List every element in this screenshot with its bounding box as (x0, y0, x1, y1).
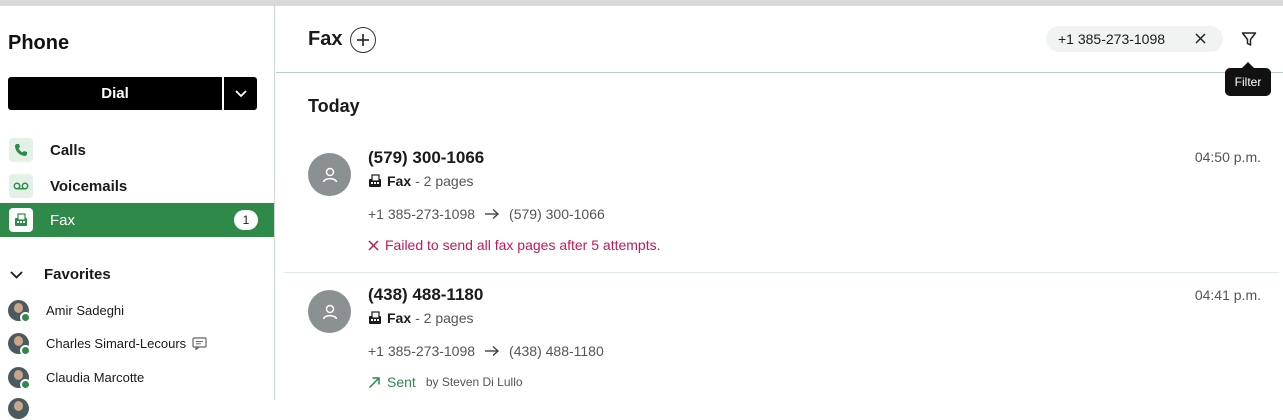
filter-tooltip: Filter (1225, 62, 1271, 96)
fax-icon (9, 208, 33, 232)
favorite-name: Amir Sadeghi (46, 302, 125, 318)
page-count: - 2 pages (415, 173, 474, 189)
nav-item-calls[interactable]: Calls (0, 133, 274, 167)
fax-type: Fax - 2 pages (368, 173, 474, 189)
presence-dot (20, 378, 31, 390)
avatar (8, 299, 31, 323)
avatar (8, 332, 31, 356)
favorites-header[interactable]: Favorites (10, 266, 111, 283)
to-number: (438) 488-1180 (509, 343, 604, 359)
timestamp: 04:50 p.m. (1194, 149, 1261, 165)
timestamp: 04:41 p.m. (1194, 287, 1261, 303)
arrow-right-icon (484, 345, 500, 357)
app-title: Phone (8, 32, 70, 54)
fax-header: Fax +1 385-273-1098 (276, 6, 1283, 73)
avatar (308, 153, 351, 196)
status-text: Failed to send all fax pages after 5 att… (385, 237, 661, 253)
nav-item-fax[interactable]: Fax 1 (0, 203, 274, 237)
avatar (308, 290, 351, 333)
new-fax-button[interactable] (350, 27, 376, 53)
user-icon (322, 167, 337, 182)
presence-dot (20, 344, 31, 356)
filter-icon (1241, 32, 1257, 46)
status-failed: Failed to send all fax pages after 5 att… (368, 237, 661, 253)
page-count: - 2 pages (415, 310, 474, 326)
fax-number: (579) 300-1066 (368, 148, 485, 167)
page-title: Fax (308, 28, 343, 50)
favorite-name: Claudia Marcotte (46, 369, 145, 385)
nav-label-calls: Calls (50, 141, 86, 159)
plus-icon (357, 34, 369, 46)
divider (284, 272, 1279, 273)
fax-type-label: Fax (387, 310, 412, 326)
voicemail-icon (9, 174, 33, 198)
to-number: (579) 300-1066 (509, 206, 605, 222)
fax-icon (369, 174, 381, 187)
fax-route: +1 385-273-1098 (438) 488-1180 (368, 343, 604, 359)
favorites-label: Favorites (44, 266, 111, 283)
nav-label-fax: Fax (50, 211, 76, 229)
favorite-item[interactable]: Claudia Marcotte (8, 365, 145, 390)
sent-by: by Steven Di Lullo (425, 375, 523, 389)
from-number: +1 385-273-1098 (368, 343, 476, 359)
chevron-down-icon (10, 270, 23, 279)
filter-button[interactable] (1238, 28, 1260, 50)
error-x-icon (368, 239, 379, 251)
favorite-item[interactable]: Amir Sadeghi (8, 298, 125, 323)
nav-label-voicemails: Voicemails (50, 177, 128, 195)
dial-dropdown-button[interactable] (224, 77, 257, 110)
favorite-name: Charles Simard-Lecours (46, 335, 187, 351)
filter-chip-label: +1 385-273-1098 (1058, 31, 1166, 47)
close-icon[interactable] (1194, 32, 1207, 45)
avatar (8, 366, 31, 390)
filter-chip[interactable]: +1 385-273-1098 (1046, 26, 1223, 52)
avatar (8, 397, 29, 419)
status-sent: Sent by Steven Di Lullo (368, 374, 523, 390)
main-panel: Fax +1 385-273-1098 Filter Today (579) 3… (276, 6, 1283, 400)
presence-dot (20, 311, 31, 323)
nav-item-voicemails[interactable]: Voicemails (0, 169, 274, 203)
unread-badge: 1 (234, 210, 258, 230)
chat-icon (192, 336, 207, 350)
fax-number: (438) 488-1180 (368, 285, 484, 304)
day-heading: Today (308, 96, 360, 116)
favorite-item[interactable]: Charles Simard-Lecours (8, 331, 207, 356)
arrow-right-icon (484, 208, 500, 220)
fax-route: +1 385-273-1098 (579) 300-1066 (368, 206, 605, 222)
from-number: +1 385-273-1098 (368, 206, 476, 222)
status-text: Sent (387, 374, 416, 390)
fax-type: Fax - 2 pages (368, 310, 474, 326)
phone-icon (9, 138, 33, 162)
fax-type-label: Fax (387, 173, 412, 189)
sidebar: Phone Dial Calls Voicemails Fax 1 Favori… (0, 6, 275, 419)
user-icon (322, 304, 337, 319)
arrow-up-right-icon (368, 376, 380, 388)
chevron-down-icon (234, 89, 247, 97)
dial-button[interactable]: Dial (8, 77, 222, 110)
fax-icon (369, 311, 381, 324)
